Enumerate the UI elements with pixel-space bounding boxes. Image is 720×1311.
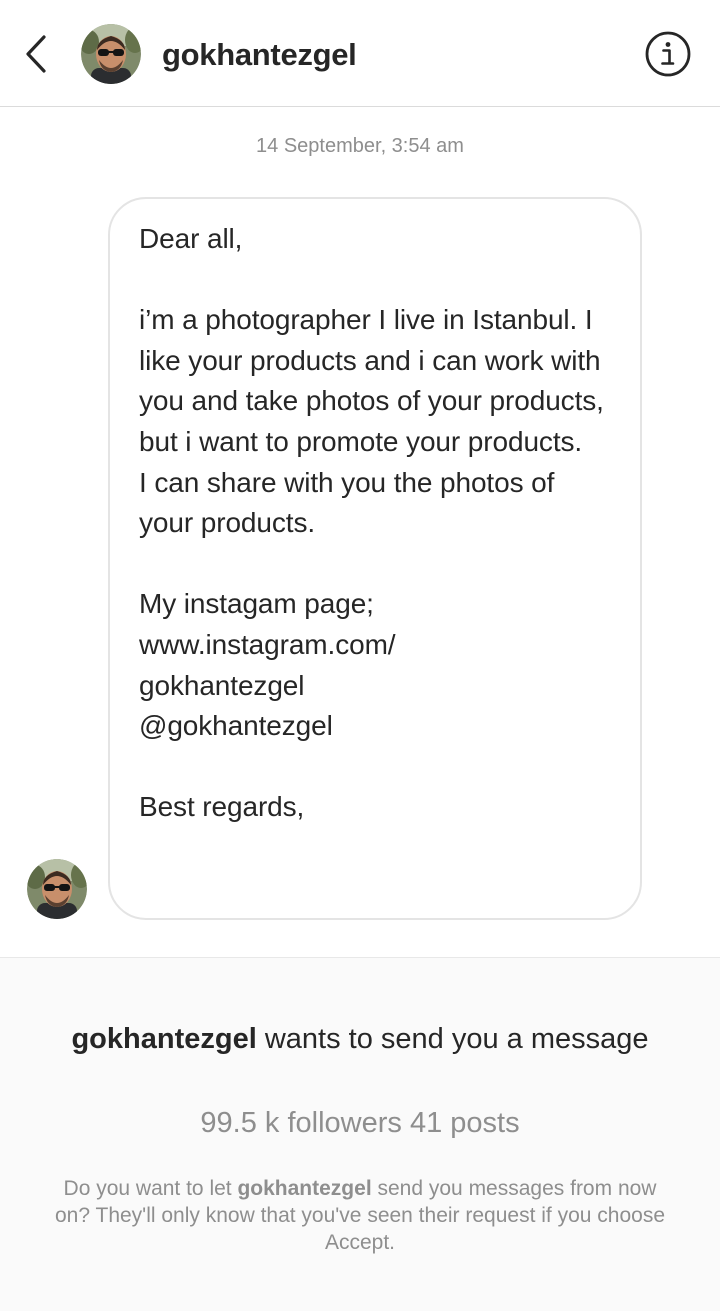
info-button[interactable] (644, 30, 692, 78)
request-note-username: gokhantezgel (237, 1177, 372, 1200)
chevron-left-icon (26, 35, 46, 73)
request-note-prefix: Do you want to let (63, 1177, 232, 1200)
back-button[interactable] (14, 28, 58, 80)
request-title: gokhantezgel wants to send you a message (60, 1021, 660, 1058)
message-timestamp: 14 September, 3:54 am (256, 135, 464, 157)
sender-avatar[interactable] (27, 859, 87, 919)
info-circle-icon (645, 31, 691, 77)
message-text: Dear all, i’m a photographer I live in I… (139, 223, 604, 823)
header-username[interactable]: gokhantezgel (162, 37, 357, 73)
message-bubble[interactable]: Dear all, i’m a photographer I live in I… (108, 197, 642, 920)
profile-photo (81, 24, 141, 84)
request-title-suffix: wants to send you a message (264, 1023, 649, 1055)
profile-photo (27, 859, 87, 919)
request-username[interactable]: gokhantezgel (71, 1023, 256, 1055)
request-note: Do you want to let gokhantezgel send you… (50, 1175, 670, 1256)
header-avatar[interactable] (81, 24, 141, 84)
message-request-panel: gokhantezgel wants to send you a message… (0, 957, 720, 1311)
request-stats: 99.5 k followers 41 posts (200, 1107, 520, 1139)
chat-header: gokhantezgel (0, 0, 720, 107)
